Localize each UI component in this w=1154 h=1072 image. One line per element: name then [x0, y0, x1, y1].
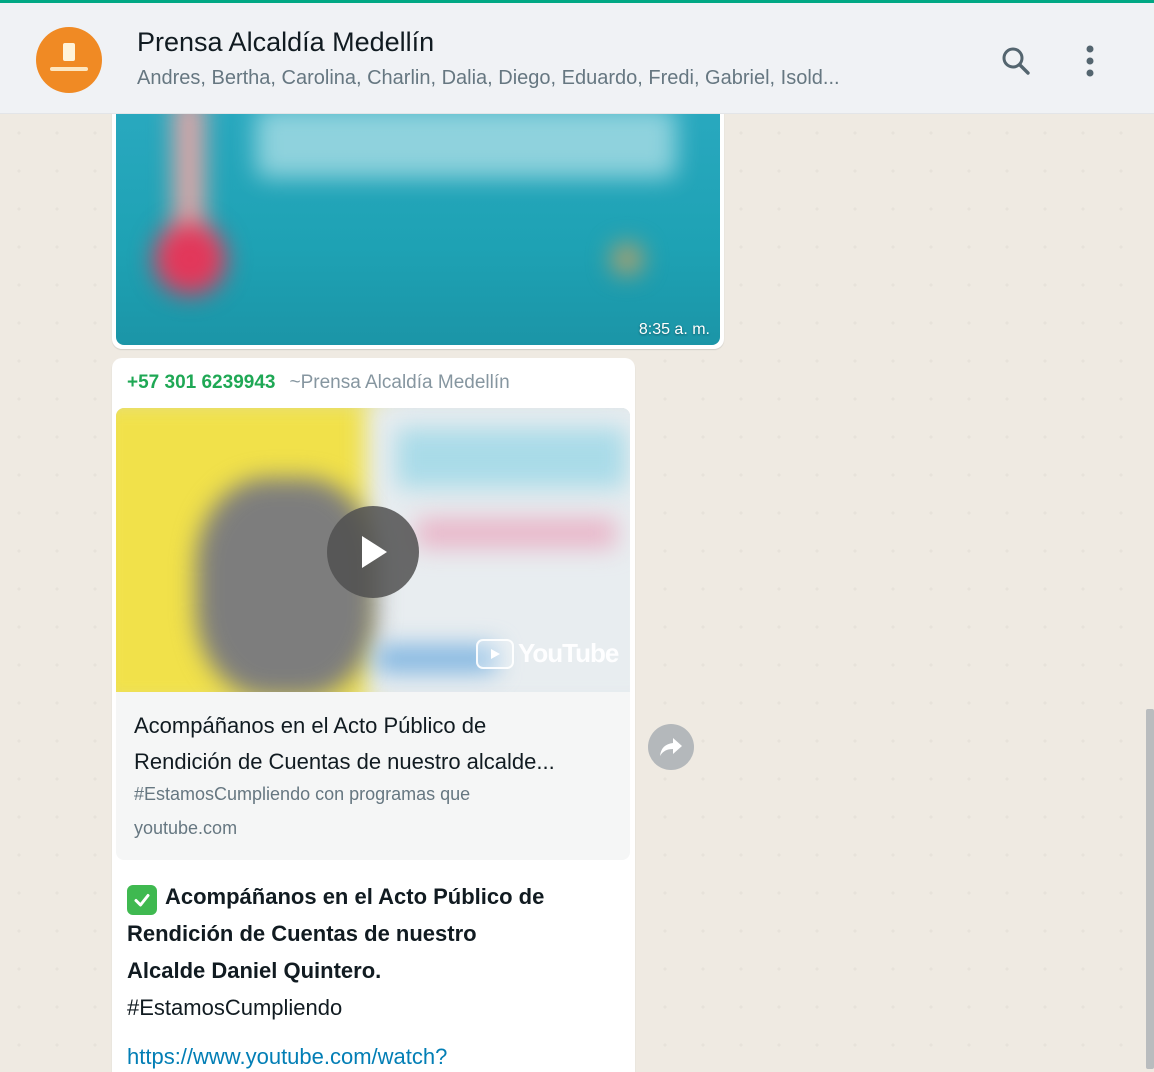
chat-header[interactable]: Prensa Alcaldía Medellín Andres, Bertha,…: [0, 3, 1154, 114]
play-icon: [362, 536, 387, 568]
thermometer-bulb: [154, 223, 226, 295]
emblem-icon: [63, 43, 75, 61]
message-hashtag[interactable]: #EstamosCumpliendo: [127, 989, 627, 1026]
video-thumbnail[interactable]: YouTube: [116, 408, 630, 692]
search-button[interactable]: [994, 39, 1038, 83]
chat-area[interactable]: 8:35 a. m. +57 301 6239943 ~Prensa Alcald…: [0, 114, 1154, 1072]
thumb-pink: [416, 518, 616, 548]
youtube-wordmark: YouTube: [518, 638, 619, 668]
message-image[interactable]: 8:35 a. m.: [116, 114, 720, 345]
preview-title[interactable]: Acompáñanos en el Acto Público de Rendic…: [134, 708, 614, 780]
chat-title[interactable]: Prensa Alcaldía Medellín: [137, 27, 434, 58]
message-text: Acompáñanos en el Acto Público de Rendic…: [127, 878, 627, 1026]
message-line-2: Rendición de Cuentas de nuestro: [127, 921, 477, 946]
youtube-icon: [476, 638, 514, 669]
group-avatar[interactable]: [36, 27, 102, 93]
participants-list[interactable]: Andres, Bertha, Carolina, Charlin, Dalia…: [137, 67, 957, 90]
youtube-logo: YouTube: [476, 638, 619, 669]
preview-title-line-2: Rendición de Cuentas de nuestro alcalde.…: [134, 749, 555, 774]
sender-name: ~Prensa Alcaldía Medellín: [289, 372, 510, 393]
thumb-banner: [396, 428, 626, 488]
link-preview[interactable]: YouTube Acompáñanos en el Acto Público d…: [116, 408, 630, 860]
message-line-3: Alcalde Daniel Quintero.: [127, 958, 382, 983]
link-message[interactable]: +57 301 6239943 ~Prensa Alcaldía Medellín: [112, 358, 635, 1072]
avatar-strip: [50, 67, 88, 71]
preview-domain: youtube.com: [134, 818, 238, 838]
menu-icon: [1086, 45, 1094, 77]
play-button[interactable]: [327, 506, 419, 598]
check-mark-icon: [127, 885, 157, 915]
message-line-1: Acompáñanos en el Acto Público de: [127, 878, 627, 915]
message-link[interactable]: https://www.youtube.com/watch?: [127, 1044, 447, 1070]
forward-icon: [660, 738, 682, 756]
preview-description: #EstamosCumpliendo con programas que: [134, 784, 471, 804]
blurred-shape: [256, 114, 676, 178]
message-time: 8:35 a. m.: [638, 321, 710, 338]
sender-row: +57 301 6239943 ~Prensa Alcaldía Medellín: [127, 372, 510, 394]
sender-phone[interactable]: +57 301 6239943: [127, 372, 275, 393]
forward-button[interactable]: [648, 724, 694, 770]
image-message[interactable]: 8:35 a. m.: [112, 114, 724, 349]
blurred-dot: [611, 243, 643, 275]
search-icon: [1002, 47, 1030, 75]
preview-title-line-1: Acompáñanos en el Acto Público de: [134, 713, 487, 738]
scrollbar[interactable]: [1146, 709, 1154, 1069]
menu-button[interactable]: [1068, 39, 1112, 83]
